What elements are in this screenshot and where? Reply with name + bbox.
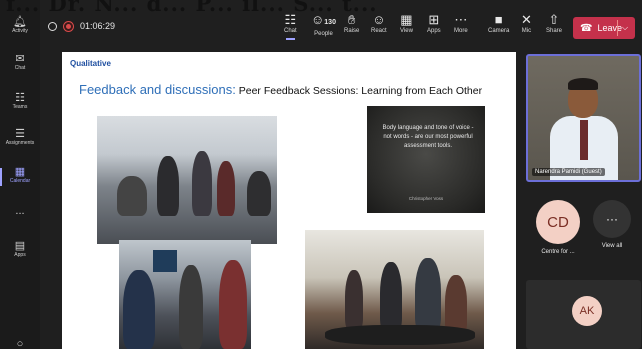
apps-button[interactable]: ⊞ Apps — [427, 12, 441, 34]
left-rail: 🔔︎ Activity ✉ Chat ☷ Teams ☰ Assignments… — [0, 0, 40, 349]
presenter-name: Narendra Pamidi (Guest) — [532, 168, 605, 176]
view-button[interactable]: ▦ View — [400, 12, 413, 34]
mic-off-icon: ✕ — [521, 12, 532, 27]
view-all-button[interactable]: ··· View all — [593, 200, 631, 249]
rail-item-help[interactable]: ○ — [0, 338, 40, 349]
classroom-photo — [97, 116, 277, 244]
camera-button[interactable]: ■ Camera — [488, 12, 509, 34]
quote-image: Body language and tone of voice - not wo… — [367, 106, 485, 213]
rail-item-apps[interactable]: ▤ Apps — [0, 240, 40, 258]
rail-item-activity[interactable]: 🔔︎ Activity — [0, 16, 40, 34]
avatar: CD — [536, 200, 580, 244]
calendar-icon: ▦ — [14, 166, 26, 178]
ellipsis-icon: ··· — [593, 200, 631, 238]
teams-meeting-window: f... Dr. N... d... P... il... S... t... … — [0, 0, 642, 349]
shared-slide: Qualitative Feedback and discussions: Pe… — [62, 52, 516, 349]
rail-item-assignments[interactable]: ☰ Assignments — [0, 128, 40, 146]
rail-item-more[interactable]: ... — [0, 205, 40, 217]
overlay-title: f... Dr. N... d... P... il... S... t... — [6, 0, 378, 16]
presenter-video[interactable]: Narendra Pamidi (Guest) — [526, 54, 641, 182]
slide-title: Feedback and discussions: Peer Feedback … — [79, 82, 483, 97]
more-icon: ... — [15, 205, 25, 217]
share-icon: ⇧ — [548, 12, 560, 27]
rail-item-teams[interactable]: ☷ Teams — [0, 92, 40, 110]
bell-icon: 🔔︎ — [13, 16, 27, 28]
camera-off-icon: ■ — [494, 12, 503, 27]
apps-icon: ▤ — [14, 240, 26, 252]
students-photo — [119, 240, 251, 349]
teams-icon: ☷ — [15, 92, 25, 104]
more-button[interactable]: ⋯ More — [454, 12, 468, 34]
participant-tile-ak[interactable]: AK — [526, 280, 641, 349]
meeting-details-icon[interactable] — [48, 21, 57, 31]
participant-tile-cd[interactable]: CD Centre for ... — [536, 200, 580, 255]
lab-session-photo — [305, 230, 484, 349]
rail-item-calendar[interactable]: ▦ Calendar — [0, 166, 40, 186]
plus-box-icon: ⊞ — [428, 12, 440, 27]
grid-view-icon: ▦ — [400, 12, 413, 27]
help-icon: ○ — [16, 338, 24, 349]
meeting-timer: 01:06:29 — [80, 21, 116, 31]
leave-button[interactable]: ☎ Leave ⌵ — [573, 17, 635, 39]
avatar: AK — [572, 296, 602, 326]
chat-icon: ✉ — [15, 53, 25, 65]
leave-divider — [617, 20, 618, 36]
chevron-down-icon[interactable]: ⌵ — [622, 23, 628, 33]
mic-button[interactable]: ✕ Mic — [521, 12, 532, 34]
ellipsis-icon: ⋯ — [454, 12, 468, 27]
assignments-icon: ☰ — [15, 128, 25, 140]
phone-icon: ☎ — [580, 22, 593, 34]
participants-panel: Narendra Pamidi (Guest) CD Centre for ..… — [516, 50, 642, 349]
rail-item-chat[interactable]: ✉ Chat — [0, 53, 40, 71]
slide-tag: Qualitative — [70, 59, 111, 68]
meeting-info: 01:06:29 — [48, 21, 115, 31]
share-button[interactable]: ⇧ Share — [546, 12, 562, 34]
recording-icon — [64, 21, 73, 31]
